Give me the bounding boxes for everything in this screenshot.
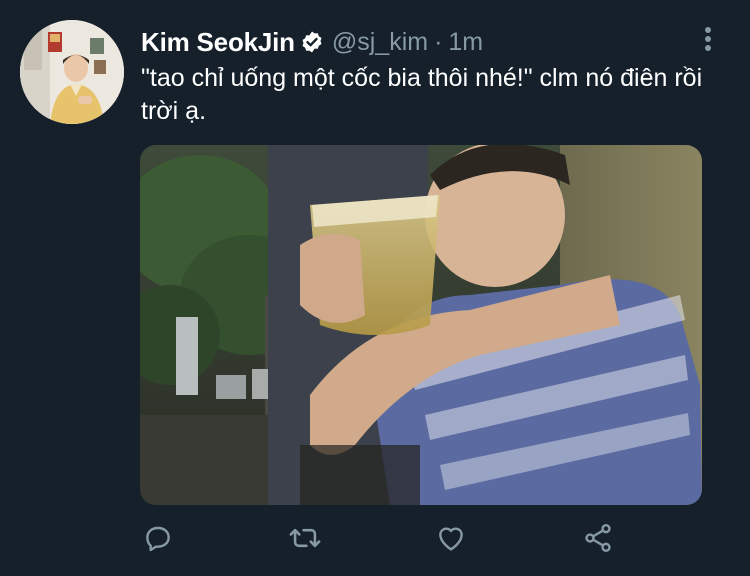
retweet-icon[interactable]	[287, 520, 323, 556]
avatar-image	[20, 20, 124, 124]
author-handle[interactable]: @sj_kim	[332, 28, 428, 57]
tweet-header: Kim SeokJin @sj_kim · 1m	[141, 26, 483, 58]
share-icon[interactable]	[580, 520, 616, 556]
author-name[interactable]: Kim SeokJin	[141, 27, 295, 58]
verified-badge-icon	[300, 30, 324, 54]
avatar[interactable]	[20, 20, 124, 124]
tweet-media-image[interactable]	[140, 145, 702, 505]
separator-dot: ·	[434, 27, 443, 56]
tweet: Kim SeokJin @sj_kim · 1m "tao chỉ uống m…	[0, 0, 750, 576]
heart-icon[interactable]	[433, 520, 469, 556]
more-vertical-icon[interactable]	[700, 26, 716, 54]
tweet-actions	[0, 520, 750, 560]
media-photo	[140, 145, 702, 505]
timestamp[interactable]: 1m	[448, 28, 483, 57]
tweet-text: "tao chỉ uống một cốc bia thôi nhé!" clm…	[141, 64, 703, 125]
reply-icon[interactable]	[140, 520, 176, 556]
